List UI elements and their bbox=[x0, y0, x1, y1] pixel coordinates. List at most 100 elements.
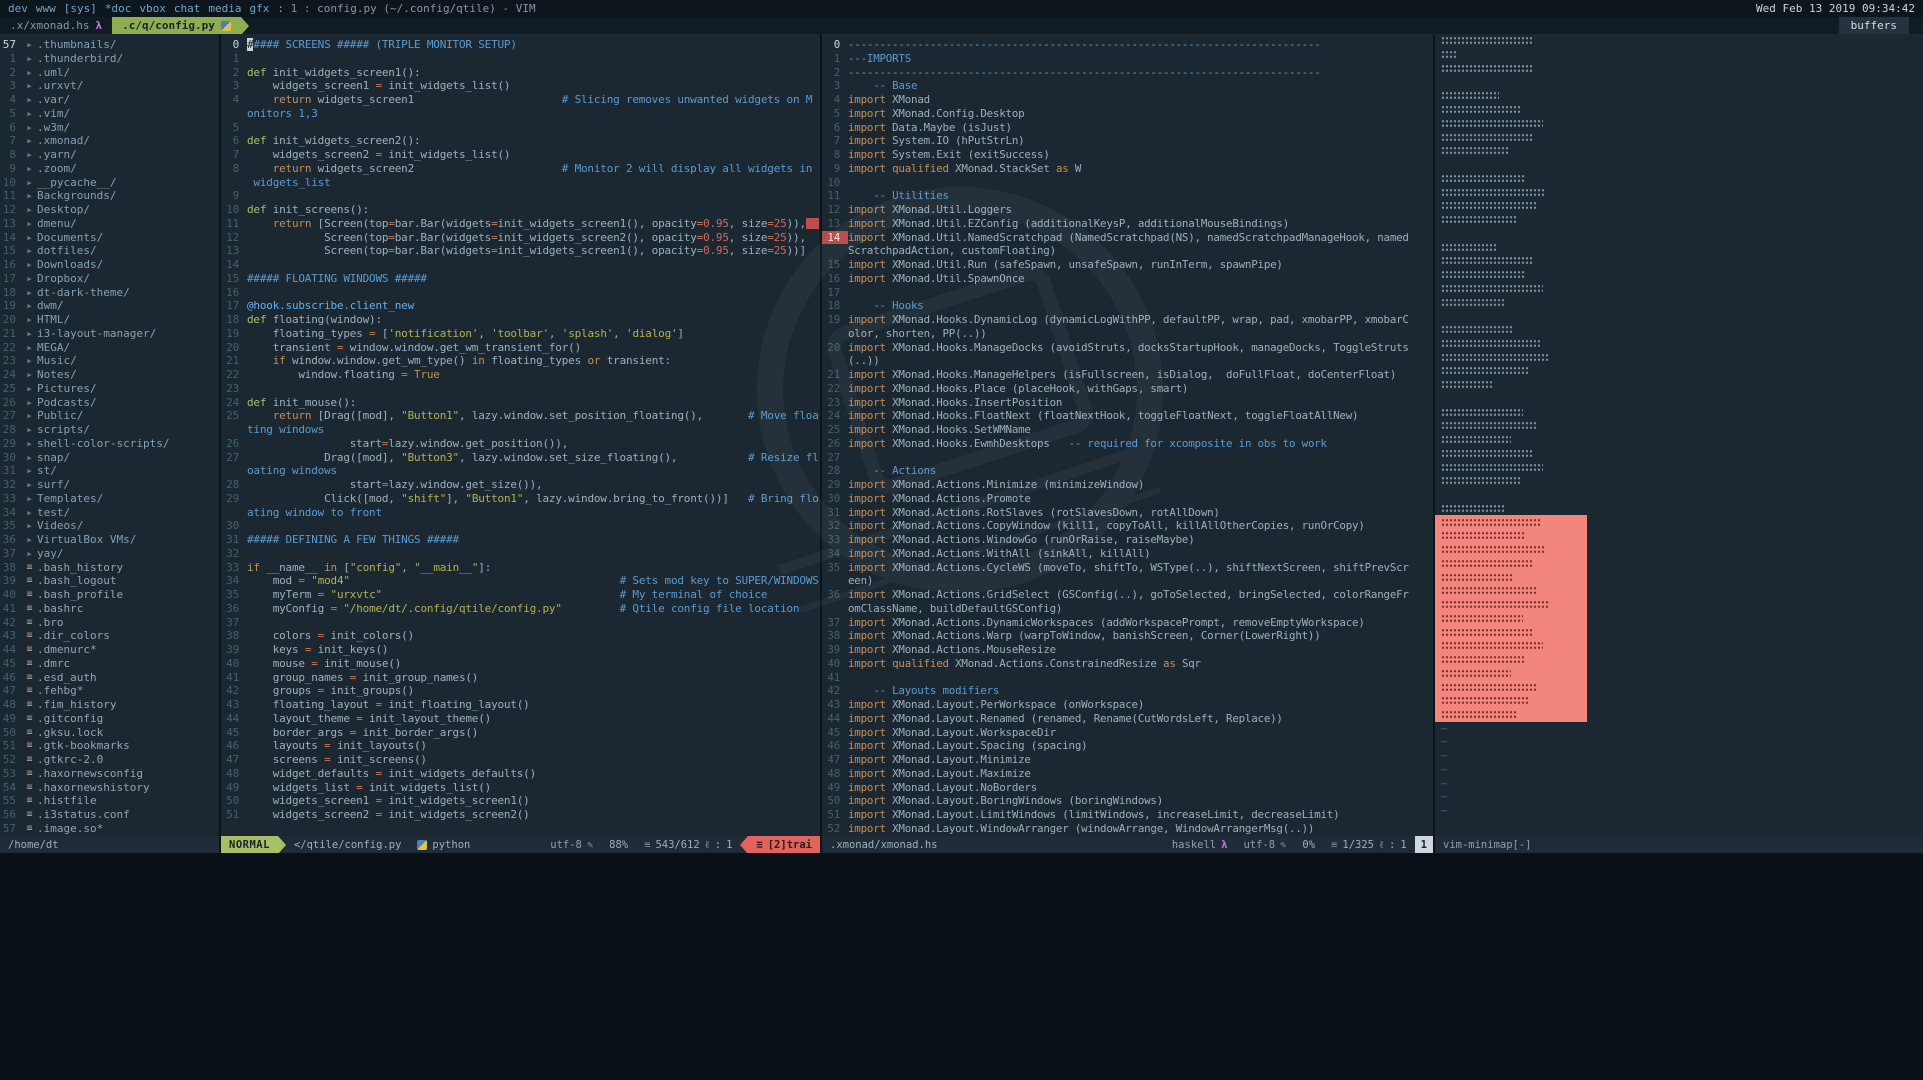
code-line[interactable]: 47 screens = init_screens() bbox=[221, 753, 820, 767]
code-line[interactable]: 50import XMonad.Layout.BoringWindows (bo… bbox=[822, 794, 1433, 808]
tree-file-row[interactable]: 43≡.dir_colors bbox=[0, 629, 219, 643]
code-line[interactable]: 31import XMonad.Actions.RotSlaves (rotSl… bbox=[822, 506, 1433, 520]
tree-dir-row[interactable]: 33▸Templates/ bbox=[0, 492, 219, 506]
code-line[interactable]: 10 bbox=[822, 176, 1433, 190]
code-line[interactable]: 4 return widgets_screen1 # Slicing remov… bbox=[221, 93, 820, 107]
code-line[interactable]: 24import XMonad.Hooks.FloatNext (floatNe… bbox=[822, 409, 1433, 423]
code-line[interactable]: ScratchpadAction, customFloating) bbox=[822, 244, 1433, 258]
code-line[interactable]: 13 Screen(top=bar.Bar(widgets=init_widge… bbox=[221, 244, 820, 258]
code-line[interactable]: 28 start=lazy.window.get_size()), bbox=[221, 478, 820, 492]
code-line[interactable]: 19 floating_types = ['notification', 'to… bbox=[221, 327, 820, 341]
code-line[interactable]: 37import XMonad.Actions.DynamicWorkspace… bbox=[822, 616, 1433, 630]
code-line[interactable]: 26import XMonad.Hooks.EwmhDesktops -- re… bbox=[822, 437, 1433, 451]
tmux-window-gfx[interactable]: gfx bbox=[250, 2, 270, 15]
code-line[interactable]: 21import XMonad.Hooks.ManageHelpers (isF… bbox=[822, 368, 1433, 382]
tree-dir-row[interactable]: 30▸snap/ bbox=[0, 451, 219, 465]
tree-dir-row[interactable]: 19▸dwm/ bbox=[0, 299, 219, 313]
code-line[interactable]: 34 mod = "mod4" # Sets mod key to SUPER/… bbox=[221, 574, 820, 588]
code-line[interactable]: 18def floating(window): bbox=[221, 313, 820, 327]
code-line[interactable]: een) bbox=[822, 574, 1433, 588]
code-line[interactable]: 5 bbox=[221, 121, 820, 135]
code-line[interactable]: 3 -- Base bbox=[822, 79, 1433, 93]
code-line[interactable]: 43 floating_layout = init_floating_layou… bbox=[221, 698, 820, 712]
code-line[interactable]: 39import XMonad.Actions.MouseResize bbox=[822, 643, 1433, 657]
minimap-viewport-row[interactable] bbox=[1435, 543, 1587, 557]
tree-file-row[interactable]: 38≡.bash_history bbox=[0, 561, 219, 575]
tree-file-row[interactable]: 53≡.haxornewsconfig bbox=[0, 767, 219, 781]
code-line[interactable]: 33if __name__ in ["config", "__main__"]: bbox=[221, 561, 820, 575]
tree-dir-row[interactable]: 20▸HTML/ bbox=[0, 313, 219, 327]
code-line[interactable]: 4import XMonad bbox=[822, 93, 1433, 107]
code-line[interactable]: 9 bbox=[221, 189, 820, 203]
code-line[interactable]: (..)) bbox=[822, 354, 1433, 368]
tmux-window-media[interactable]: media bbox=[208, 2, 241, 15]
code-line[interactable]: 46 layouts = init_layouts() bbox=[221, 739, 820, 753]
tree-file-row[interactable]: 45≡.dmrc bbox=[0, 657, 219, 671]
tree-dir-row[interactable]: 22▸MEGA/ bbox=[0, 341, 219, 355]
code-line[interactable]: 3 widgets_screen1 = init_widgets_list() bbox=[221, 79, 820, 93]
code-line[interactable]: 15##### FLOATING WINDOWS ##### bbox=[221, 272, 820, 286]
tmux-window-doc[interactable]: *doc bbox=[105, 2, 132, 15]
code-line[interactable]: 1 bbox=[221, 52, 820, 66]
tmux-window-www[interactable]: www bbox=[36, 2, 56, 15]
tree-dir-row[interactable]: 18▸dt-dark-theme/ bbox=[0, 286, 219, 300]
code-line[interactable]: 15import XMonad.Util.Run (safeSpawn, uns… bbox=[822, 258, 1433, 272]
code-line[interactable]: widgets_list bbox=[221, 176, 820, 190]
minimap-viewport-row[interactable] bbox=[1435, 667, 1587, 681]
tree-dir-row[interactable]: 13▸dmenu/ bbox=[0, 217, 219, 231]
tree-dir-row[interactable]: 21▸i3-layout-manager/ bbox=[0, 327, 219, 341]
code-line[interactable]: 51import XMonad.Layout.LimitWindows (lim… bbox=[822, 808, 1433, 822]
tree-dir-row[interactable]: 57▸.thumbnails/ bbox=[0, 38, 219, 52]
tree-dir-row[interactable]: 35▸Videos/ bbox=[0, 519, 219, 533]
code-line[interactable]: 27 Drag([mod], "Button3", lazy.window.se… bbox=[221, 451, 820, 465]
code-line[interactable]: 28 -- Actions bbox=[822, 464, 1433, 478]
code-line[interactable]: 12 Screen(top=bar.Bar(widgets=init_widge… bbox=[221, 231, 820, 245]
code-line[interactable]: 9import qualified XMonad.StackSet as W bbox=[822, 162, 1433, 176]
code-line[interactable]: 30import XMonad.Actions.Promote bbox=[822, 492, 1433, 506]
tree-dir-row[interactable]: 23▸Music/ bbox=[0, 354, 219, 368]
minimap-canvas[interactable]: ~~~~~~~ bbox=[1435, 34, 1923, 836]
code-line[interactable]: 51 widgets_screen2 = init_widgets_screen… bbox=[221, 808, 820, 822]
tree-file-row[interactable]: 41≡.bashrc bbox=[0, 602, 219, 616]
code-line[interactable]: 5import XMonad.Config.Desktop bbox=[822, 107, 1433, 121]
code-line[interactable]: oating windows bbox=[221, 464, 820, 478]
code-line[interactable]: 32 bbox=[221, 547, 820, 561]
tmux-window-sys[interactable]: [sys] bbox=[64, 2, 97, 15]
code-line[interactable]: 40import qualified XMonad.Actions.Constr… bbox=[822, 657, 1433, 671]
code-line[interactable]: 45import XMonad.Layout.WorkspaceDir bbox=[822, 726, 1433, 740]
code-line[interactable]: 35 myTerm = "urxvtc" # My terminal of ch… bbox=[221, 588, 820, 602]
tree-file-row[interactable]: 54≡.haxornewshistory bbox=[0, 781, 219, 795]
code-line[interactable]: 27 bbox=[822, 451, 1433, 465]
code-line[interactable]: 6def init_widgets_screen2(): bbox=[221, 134, 820, 148]
code-line[interactable]: 16import XMonad.Util.SpawnOnce bbox=[822, 272, 1433, 286]
tree-dir-row[interactable]: 14▸Documents/ bbox=[0, 231, 219, 245]
minimap-viewport-row[interactable] bbox=[1435, 598, 1587, 612]
code-line[interactable]: 35import XMonad.Actions.CycleWS (moveTo,… bbox=[822, 561, 1433, 575]
tree-dir-row[interactable]: 17▸Dropbox/ bbox=[0, 272, 219, 286]
tmux-window-chat[interactable]: chat bbox=[174, 2, 201, 15]
tree-file-row[interactable]: 46≡.esd_auth bbox=[0, 671, 219, 685]
code-line[interactable]: 38 colors = init_colors() bbox=[221, 629, 820, 643]
tree-dir-row[interactable]: 26▸Podcasts/ bbox=[0, 396, 219, 410]
minimap-viewport-row[interactable] bbox=[1435, 708, 1587, 722]
code-line[interactable]: 44import XMonad.Layout.Renamed (renamed,… bbox=[822, 712, 1433, 726]
code-line[interactable]: ting windows bbox=[221, 423, 820, 437]
tree-file-row[interactable]: 52≡.gtkrc-2.0 bbox=[0, 753, 219, 767]
code-line[interactable]: 37 bbox=[221, 616, 820, 630]
code-line[interactable]: 17 bbox=[822, 286, 1433, 300]
tree-file-row[interactable]: 57≡.image.so* bbox=[0, 822, 219, 836]
code-line[interactable]: 14import XMonad.Util.NamedScratchpad (Na… bbox=[822, 231, 1433, 245]
code-line[interactable]: 10def init_screens(): bbox=[221, 203, 820, 217]
tree-dir-row[interactable]: 15▸dotfiles/ bbox=[0, 244, 219, 258]
code-line[interactable]: 16 bbox=[221, 286, 820, 300]
tree-dir-row[interactable]: 25▸Pictures/ bbox=[0, 382, 219, 396]
code-line[interactable]: 43import XMonad.Layout.PerWorkspace (onW… bbox=[822, 698, 1433, 712]
code-line[interactable]: 31##### DEFINING A FEW THINGS ##### bbox=[221, 533, 820, 547]
code-line[interactable]: 39 keys = init_keys() bbox=[221, 643, 820, 657]
code-line[interactable]: 20import XMonad.Hooks.ManageDocks (avoid… bbox=[822, 341, 1433, 355]
tree-dir-row[interactable]: 11▸Backgrounds/ bbox=[0, 189, 219, 203]
code-line[interactable]: 44 layout_theme = init_layout_theme() bbox=[221, 712, 820, 726]
tree-dir-row[interactable]: 1▸.thunderbird/ bbox=[0, 52, 219, 66]
code-line[interactable]: 19import XMonad.Hooks.DynamicLog (dynami… bbox=[822, 313, 1433, 327]
tree-file-row[interactable]: 47≡.fehbg* bbox=[0, 684, 219, 698]
